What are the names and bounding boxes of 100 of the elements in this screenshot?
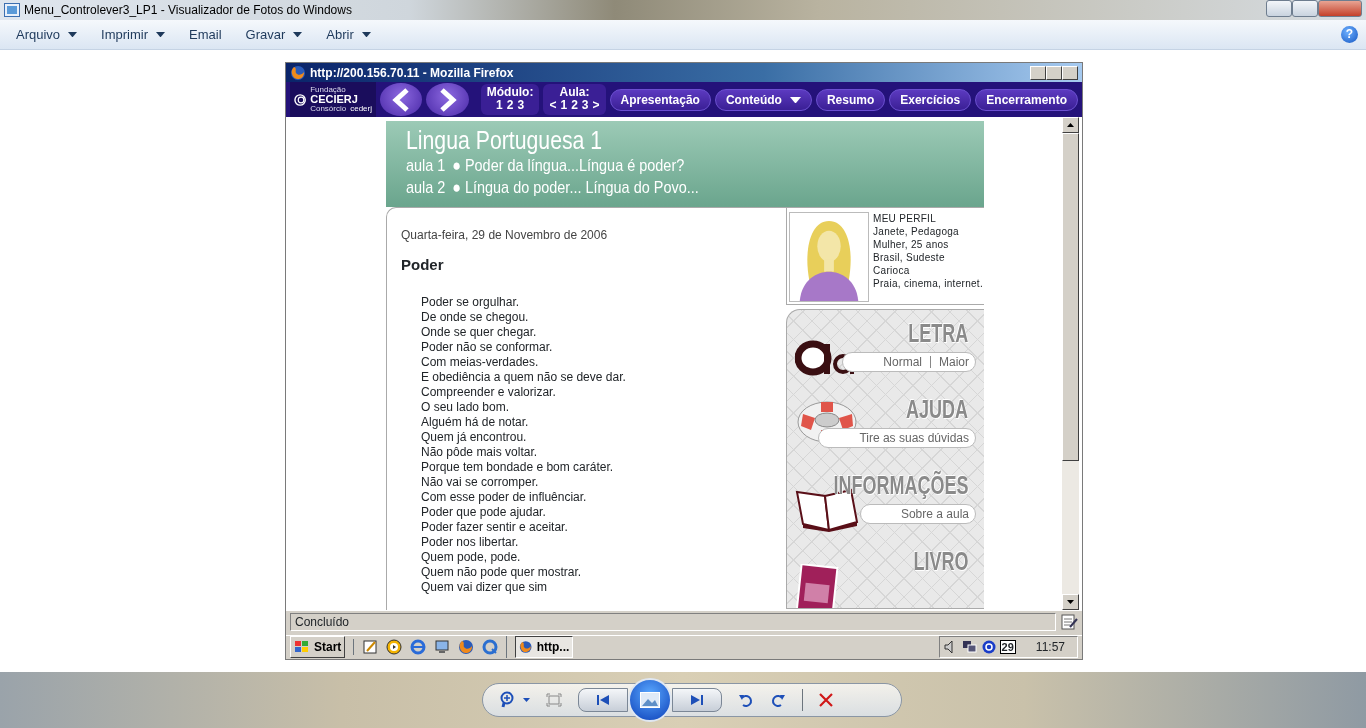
- poem-line: Alguém há de notar.: [421, 414, 530, 430]
- poem-line: Não pôde mais voltar.: [421, 444, 539, 460]
- menu-item[interactable]: Imprimir: [101, 24, 165, 45]
- lesson-link[interactable]: 1: [560, 99, 568, 113]
- photo-viewer-icon: [4, 3, 20, 17]
- logo-caption: Fundação: [310, 86, 347, 95]
- poem-line: De onde se chegou.: [421, 309, 530, 325]
- browser-icon[interactable]: [410, 639, 427, 656]
- media-player-icon[interactable]: [386, 639, 403, 656]
- menu-item[interactable]: Arquivo: [16, 24, 78, 45]
- poem-line: Quem não pode quer mostrar.: [421, 564, 583, 580]
- poem-line: Porque tem bondade e bom caráter.: [421, 459, 615, 475]
- scroll-thumb[interactable]: [1062, 133, 1079, 462]
- next-button[interactable]: [426, 83, 469, 117]
- menu-item[interactable]: Abrir: [326, 24, 371, 45]
- profile-detail: Brasil, Sudeste: [873, 251, 946, 265]
- rotate-left-icon: [738, 692, 754, 708]
- firefox-icon: [519, 639, 533, 656]
- desktop-icon[interactable]: [434, 639, 451, 656]
- lesson-link[interactable]: >: [592, 99, 600, 113]
- caret-icon: [523, 698, 530, 702]
- module-link[interactable]: 1: [496, 99, 503, 113]
- profile-detail: Praia, cinema, internet.: [873, 277, 984, 291]
- lesson-link[interactable]: <: [549, 99, 557, 113]
- profile-detail: Mulher, 25 anos: [873, 238, 950, 252]
- poem-line: Com esse poder de influênciar.: [421, 489, 588, 505]
- lesson-number: aula 1: [406, 155, 446, 178]
- scroll-down-button[interactable]: [1062, 594, 1079, 611]
- nav-menu-button[interactable]: Encerramento: [975, 88, 1078, 111]
- firefox-icon: [290, 64, 306, 81]
- lesson-number: aula 2: [406, 177, 446, 200]
- nav-menu-button[interactable]: Resumo: [815, 88, 886, 111]
- start-button[interactable]: Start: [290, 636, 346, 659]
- post-title: Poder: [401, 255, 445, 276]
- profile-heading: MEU PERFIL: [873, 212, 937, 226]
- poem-line: Poder nos libertar.: [421, 534, 520, 550]
- scrollbar[interactable]: [1062, 117, 1079, 611]
- tool-link[interactable]: Maior: [939, 353, 969, 372]
- taskbar-button[interactable]: http...: [515, 636, 574, 659]
- network-icon: [961, 640, 978, 655]
- lesson-title: ● Língua do poder... Língua do Povo...: [452, 177, 699, 200]
- rotate-right-button[interactable]: [770, 692, 786, 708]
- close-icon: [819, 693, 833, 707]
- tool-link[interactable]: Sobre a aula: [900, 505, 969, 524]
- down-arrow-icon: [1067, 600, 1074, 605]
- section-heading: LIVRO: [913, 548, 968, 575]
- notepad-icon[interactable]: [362, 639, 379, 656]
- menu-item[interactable]: Email: [189, 24, 222, 45]
- up-arrow-icon: [1067, 123, 1074, 128]
- next-button[interactable]: [672, 688, 722, 712]
- module-label: Módulo:: [486, 86, 534, 100]
- delete-button[interactable]: [819, 693, 833, 707]
- tool-link[interactable]: Normal: [883, 353, 922, 372]
- poem-line: Poder que pode ajudar.: [421, 504, 547, 520]
- section-heading: INFORMAÇÕES: [833, 472, 968, 499]
- previous-button[interactable]: [380, 83, 423, 117]
- window-title: Menu_Controlever3_LP1 - Visualizador de Fotos do Windows: [24, 2, 352, 19]
- lesson-title: ● Poder da língua...Língua é poder?: [452, 155, 685, 178]
- profile-detail: Janete, Pedagoga: [873, 225, 960, 239]
- tool-link[interactable]: Tire as suas dúvidas: [859, 429, 969, 448]
- clock: 11:57: [1035, 639, 1065, 657]
- rotate-left-button[interactable]: [738, 692, 754, 708]
- logo-caption: cederj: [350, 105, 372, 114]
- notepad-icon: [1060, 613, 1078, 630]
- fit-icon: [546, 693, 562, 707]
- lesson-label: Aula:: [558, 86, 591, 100]
- nav-menu-button[interactable]: Apresentação: [609, 88, 711, 111]
- poem-line: Com meias-verdades.: [421, 354, 540, 370]
- nav-menu-button[interactable]: Exercícios: [889, 88, 972, 111]
- slideshow-icon: [640, 692, 660, 708]
- poem-line: Quem pode, pode.: [421, 549, 522, 565]
- calendar-date: 29: [999, 640, 1016, 655]
- previous-button[interactable]: [578, 688, 628, 712]
- module-link[interactable]: 2: [506, 99, 514, 113]
- poem-line: Onde se quer chegar.: [421, 324, 538, 340]
- poem-line: Poder não se conformar.: [421, 339, 554, 355]
- section-heading: LETRA: [908, 320, 968, 347]
- post-date: Quarta-feira, 29 de Novembro de 2006: [401, 227, 609, 245]
- section-heading: AJUDA: [906, 396, 968, 423]
- course-title: Lingua Portuguesa 1: [406, 125, 604, 156]
- rotate-right-icon: [770, 692, 786, 708]
- lesson-link[interactable]: 3: [581, 99, 589, 113]
- status-text: Concluído: [295, 614, 350, 629]
- module-link[interactable]: 3: [517, 99, 525, 113]
- logo-caption: Consórcio: [310, 105, 347, 114]
- windows-flag-icon: [294, 640, 310, 655]
- poem-line: Poder se orgulhar.: [421, 294, 521, 310]
- lesson-link[interactable]: 2: [571, 99, 578, 113]
- skip-forward-icon: [690, 694, 704, 706]
- logo-text: CECIERJ: [310, 94, 359, 106]
- scroll-up-button[interactable]: [1062, 117, 1079, 134]
- nav-menu-button[interactable]: Conteúdo: [714, 88, 812, 111]
- firefox-icon[interactable]: [458, 639, 475, 656]
- skip-back-icon: [596, 694, 610, 706]
- menu-item[interactable]: Gravar: [245, 24, 303, 45]
- slideshow-button[interactable]: [628, 678, 672, 722]
- profile-detail: Carioca: [873, 264, 911, 278]
- zoom-button[interactable]: [499, 691, 530, 709]
- poem-line: E obediência a quem não se deve dar.: [421, 369, 627, 385]
- poem-line: Compreender e valorizar.: [421, 384, 557, 400]
